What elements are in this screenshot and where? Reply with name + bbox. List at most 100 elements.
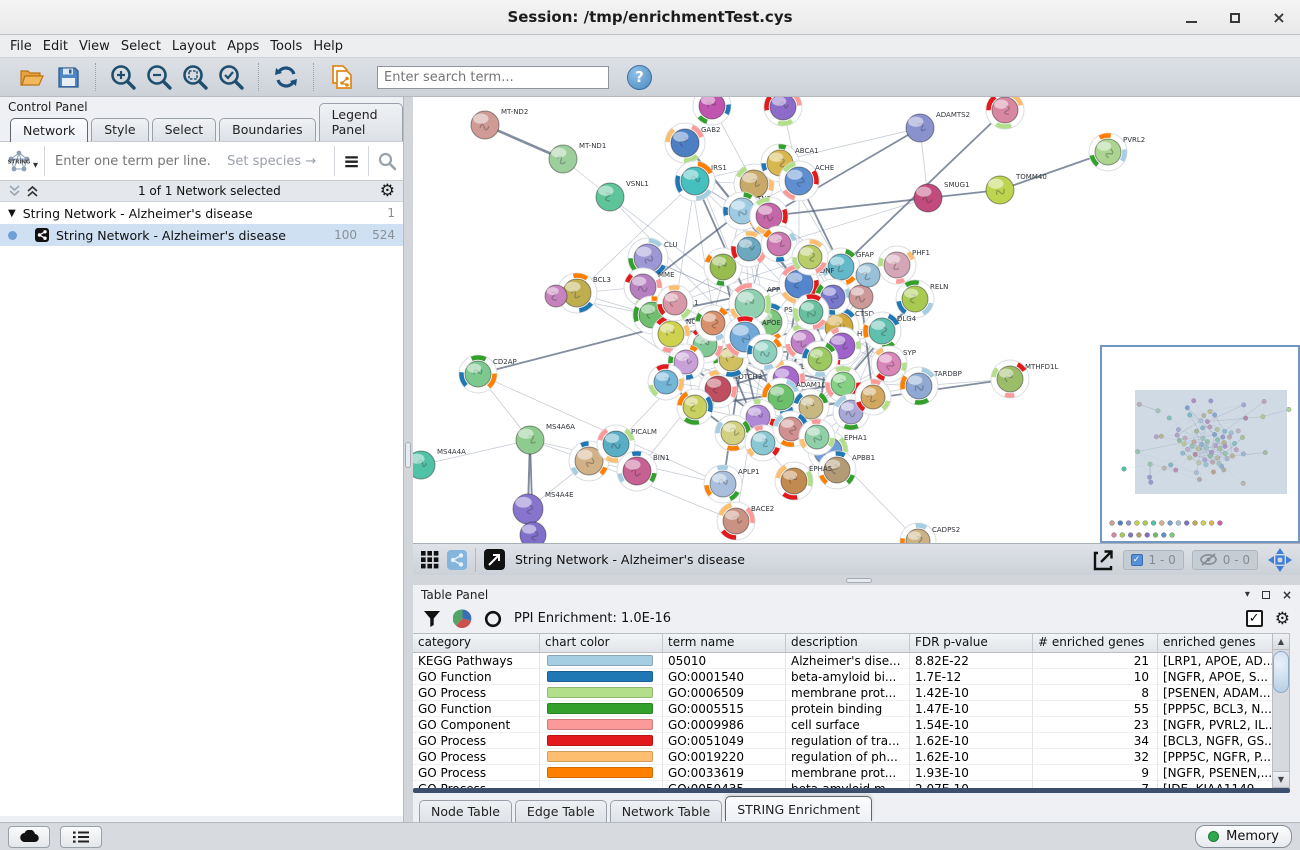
menu-view[interactable]: View bbox=[79, 37, 119, 56]
zoom-in-button[interactable] bbox=[108, 62, 138, 92]
collapse-all-icon[interactable] bbox=[8, 185, 21, 197]
string-options-icon[interactable]: ≡ bbox=[343, 149, 360, 173]
col-description[interactable]: description bbox=[786, 634, 910, 653]
splitter-handle[interactable] bbox=[846, 578, 872, 583]
copy-network-button[interactable] bbox=[326, 62, 356, 92]
table-row[interactable]: GO ComponentGO:0009986cell surface1.54E-… bbox=[413, 717, 1272, 733]
table-close-panel-icon[interactable]: × bbox=[1282, 588, 1292, 602]
tree-expander-icon[interactable]: ▼ bbox=[8, 208, 16, 219]
tab-boundaries[interactable]: Boundaries bbox=[219, 118, 315, 141]
menu-file[interactable]: File bbox=[10, 37, 41, 56]
table-cell: GO Process bbox=[413, 765, 540, 781]
table-row[interactable]: GO ProcessGO:0051049regulation of tra...… bbox=[413, 733, 1272, 749]
table-row[interactable]: GO FunctionGO:0001540beta-amyloid bi...1… bbox=[413, 669, 1272, 685]
horizontal-splitter[interactable] bbox=[413, 575, 1300, 585]
help-icon[interactable]: ? bbox=[627, 65, 652, 90]
select-columns-icon[interactable]: ✓ bbox=[1246, 610, 1263, 627]
grid-view-icon[interactable] bbox=[421, 551, 439, 569]
tab-select[interactable]: Select bbox=[152, 118, 217, 141]
string-search-icon[interactable] bbox=[377, 151, 397, 171]
table-float-panel-icon[interactable] bbox=[1262, 591, 1270, 599]
divider-handle[interactable] bbox=[405, 442, 411, 468]
col-num-genes[interactable]: # enriched genes bbox=[1033, 634, 1158, 653]
table-hscrollbar[interactable] bbox=[413, 788, 1290, 793]
scroll-thumb[interactable] bbox=[1273, 651, 1289, 693]
tab-style[interactable]: Style bbox=[91, 118, 148, 141]
network-collection-row[interactable]: ▼ String Network - Alzheimer's disease 1 bbox=[0, 202, 403, 224]
donut-chart-icon[interactable] bbox=[484, 610, 502, 628]
table-row[interactable]: GO ProcessGO:0050435beta-amyloid m...2.0… bbox=[413, 781, 1272, 788]
svg-text:ADAM10: ADAM10 bbox=[796, 381, 826, 389]
col-term-name[interactable]: term name bbox=[663, 634, 786, 653]
col-genes[interactable]: enriched genes bbox=[1158, 634, 1272, 653]
tab-network-table[interactable]: Network Table bbox=[610, 800, 723, 823]
task-history-button[interactable] bbox=[60, 826, 102, 848]
zoom-out-button[interactable] bbox=[144, 62, 174, 92]
network-canvas[interactable]: MT-ND2MT-ND1VSNL1GAB2ADAMTS2PVRL2TOMM40S… bbox=[413, 97, 1300, 543]
edge-count: 524 bbox=[357, 228, 395, 242]
menu-edit[interactable]: Edit bbox=[43, 37, 77, 56]
menu-help[interactable]: Help bbox=[313, 37, 352, 56]
scroll-up-arrow[interactable]: ▲ bbox=[1273, 634, 1289, 650]
automation-button[interactable] bbox=[8, 826, 50, 848]
menu-apps[interactable]: Apps bbox=[227, 37, 268, 56]
col-category[interactable]: category bbox=[413, 634, 540, 653]
birds-eye-view[interactable] bbox=[1100, 345, 1300, 543]
selected-count-badge[interactable]: ✓ 1 - 0 bbox=[1123, 550, 1184, 570]
export-network-icon[interactable] bbox=[1091, 548, 1115, 572]
table-row[interactable]: GO ProcessGO:0033619membrane prot...1.93… bbox=[413, 765, 1272, 781]
title-bar[interactable]: Session: /tmp/enrichmentTest.cys × bbox=[0, 0, 1300, 35]
refresh-button[interactable] bbox=[271, 62, 301, 92]
svg-text:GFAP: GFAP bbox=[856, 251, 874, 259]
share-view-icon[interactable] bbox=[447, 550, 467, 570]
enrichment-table[interactable]: category chart color term name descripti… bbox=[413, 633, 1272, 788]
table-scrollbar[interactable]: ▲ ▼ bbox=[1272, 633, 1290, 788]
cloud-icon bbox=[20, 830, 39, 843]
string-source-caret[interactable]: ▾ bbox=[33, 160, 38, 171]
col-chart-color[interactable]: chart color bbox=[540, 634, 663, 653]
zoom-selected-button[interactable] bbox=[216, 62, 246, 92]
chart-color-swatch bbox=[547, 671, 653, 682]
filter-icon[interactable] bbox=[423, 610, 441, 627]
zoom-fit-button[interactable] bbox=[180, 62, 210, 92]
maximize-button[interactable] bbox=[1224, 7, 1246, 29]
table-panel-menu-icon[interactable]: ▾ bbox=[1245, 589, 1250, 600]
cytoscape-window: Session: /tmp/enrichmentTest.cys × File … bbox=[0, 0, 1300, 850]
string-logo[interactable]: STRING bbox=[6, 148, 32, 174]
table-row[interactable]: GO ProcessGO:0006509membrane prot...1.42… bbox=[413, 685, 1272, 701]
hidden-count-badge[interactable]: 0 - 0 bbox=[1192, 550, 1258, 570]
refresh-icon bbox=[273, 64, 299, 90]
table-settings-gear-icon[interactable]: ⚙ bbox=[1275, 609, 1290, 629]
panel-divider[interactable] bbox=[404, 97, 413, 822]
open-in-window-icon[interactable] bbox=[484, 549, 505, 570]
string-query-input[interactable] bbox=[53, 153, 227, 170]
network-list-gear-icon[interactable]: ⚙ bbox=[380, 181, 395, 201]
network-row[interactable]: String Network - Alzheimer's disease 100… bbox=[0, 224, 403, 246]
navigate-icon[interactable] bbox=[1268, 548, 1292, 572]
col-fdr[interactable]: FDR p-value bbox=[910, 634, 1033, 653]
menu-select[interactable]: Select bbox=[121, 37, 170, 56]
table-row[interactable]: GO ProcessGO:0019220regulation of ph...1… bbox=[413, 749, 1272, 765]
tab-node-table[interactable]: Node Table bbox=[419, 800, 512, 823]
table-row[interactable]: GO FunctionGO:0005515protein binding1.47… bbox=[413, 701, 1272, 717]
minimize-button[interactable] bbox=[1180, 7, 1202, 29]
scroll-down-arrow[interactable]: ▼ bbox=[1273, 771, 1289, 787]
save-session-button[interactable] bbox=[53, 62, 83, 92]
menu-layout[interactable]: Layout bbox=[172, 37, 225, 56]
search-input[interactable] bbox=[377, 66, 609, 89]
tab-string-enrichment[interactable]: STRING Enrichment bbox=[725, 796, 872, 821]
close-button[interactable]: × bbox=[1268, 7, 1290, 29]
menu-tools[interactable]: Tools bbox=[270, 37, 311, 56]
table-cell: [BCL3, NGFR, GS... bbox=[1158, 733, 1272, 749]
tab-network[interactable]: Network bbox=[10, 118, 88, 142]
svg-text:DLG4: DLG4 bbox=[897, 315, 917, 323]
tab-legend-panel[interactable]: Legend Panel bbox=[319, 103, 403, 141]
tab-edge-table[interactable]: Edge Table bbox=[515, 800, 607, 823]
set-species-link[interactable]: Set species → bbox=[227, 154, 316, 169]
memory-button[interactable]: Memory bbox=[1195, 825, 1292, 848]
expand-all-icon[interactable] bbox=[26, 185, 39, 197]
open-session-button[interactable] bbox=[17, 62, 47, 92]
pie-chart-icon[interactable] bbox=[453, 609, 472, 628]
table-row[interactable]: KEGG Pathways05010Alzheimer's dise...8.8… bbox=[413, 653, 1272, 669]
table-cell: cell surface bbox=[786, 717, 910, 733]
